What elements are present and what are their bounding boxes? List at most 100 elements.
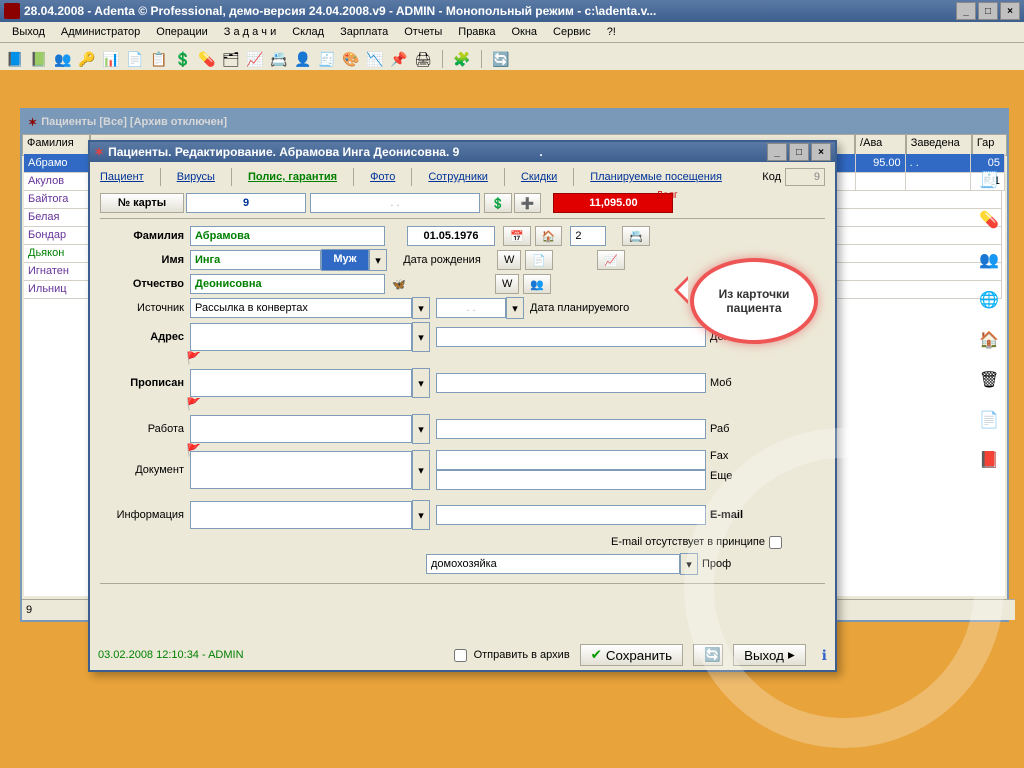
toolbar-icon-13[interactable]: 🧾 <box>316 48 338 70</box>
col-avail[interactable]: /Ава <box>855 134 906 156</box>
close-button[interactable]: × <box>1000 2 1020 20</box>
card-action-button[interactable]: 📇 <box>622 226 650 246</box>
side-icon-2[interactable]: 👥 <box>979 250 999 270</box>
word2-button[interactable]: W <box>495 274 519 294</box>
col-created[interactable]: Заведена <box>906 134 972 156</box>
menu-admin[interactable]: Администратор <box>53 24 148 40</box>
house-num-input[interactable] <box>570 226 606 246</box>
col-gar[interactable]: Гар <box>972 134 1007 156</box>
menu-edit[interactable]: Правка <box>450 24 503 40</box>
menu-service[interactable]: Сервис <box>545 24 599 40</box>
profession-dropdown-icon[interactable]: ▾ <box>680 553 698 575</box>
group-button[interactable]: 👥 <box>523 274 551 294</box>
tab-policy[interactable]: Полис, гарантия <box>248 171 337 183</box>
source-dropdown-icon[interactable]: ▾ <box>412 297 430 319</box>
tab-discounts[interactable]: Скидки <box>521 171 557 183</box>
menu-ops[interactable]: Операции <box>148 24 215 40</box>
toolbar-icon-16[interactable]: 📌 <box>388 48 410 70</box>
address-dropdown-icon[interactable]: ▾ <box>412 322 430 352</box>
date-action1-button[interactable]: 📅 <box>503 226 531 246</box>
add-payment-button[interactable]: ➕ <box>514 193 542 213</box>
menu-windows[interactable]: Окна <box>503 24 545 40</box>
menu-help[interactable]: ?! <box>599 24 624 40</box>
phone-home-input[interactable] <box>436 327 706 347</box>
date-action2-button[interactable]: 🏠 <box>535 226 563 246</box>
phone-work-input[interactable] <box>436 419 706 439</box>
work-dropdown-icon[interactable]: ▾ <box>412 414 430 444</box>
document-input[interactable] <box>190 451 412 489</box>
toolbar-icon-7[interactable]: 💲 <box>172 48 194 70</box>
edit-maximize-button[interactable]: □ <box>789 143 809 161</box>
tab-patient[interactable]: Пациент <box>100 171 144 183</box>
maximize-button[interactable]: □ <box>978 2 998 20</box>
toolbar-icon-8[interactable]: 💊 <box>196 48 218 70</box>
toolbar-icon-14[interactable]: 🎨 <box>340 48 362 70</box>
gender-select[interactable]: Муж <box>321 249 369 271</box>
phone-mobile-input[interactable] <box>436 373 706 393</box>
registered-input[interactable] <box>190 369 412 397</box>
email-input[interactable] <box>436 505 706 525</box>
name-input[interactable] <box>190 250 321 270</box>
col-surname[interactable]: Фамилия <box>22 134 90 156</box>
gender-dropdown-icon[interactable]: ▾ <box>369 249 387 271</box>
toolbar-icon-6[interactable]: 📋 <box>148 48 170 70</box>
email-missing-checkbox[interactable] <box>769 536 782 549</box>
toolbar-icon-2[interactable]: 👥 <box>52 48 74 70</box>
profession-select[interactable] <box>426 554 680 574</box>
toolbar-icon-4[interactable]: 📊 <box>100 48 122 70</box>
menu-reports[interactable]: Отчеты <box>396 24 450 40</box>
tab-viruses[interactable]: Вирусы <box>177 171 215 183</box>
document-dropdown-icon[interactable]: ▾ <box>412 450 430 490</box>
side-icon-7[interactable]: 📕 <box>979 450 999 470</box>
edit-minimize-button[interactable]: _ <box>767 143 787 161</box>
dob-input[interactable] <box>407 226 495 246</box>
toolbar-icon-1[interactable]: 📗 <box>28 48 50 70</box>
archive-checkbox-label[interactable]: Отправить в архив <box>450 646 570 665</box>
address-input[interactable] <box>190 323 412 351</box>
edit-close-button[interactable]: × <box>811 143 831 161</box>
patronymic-input[interactable] <box>190 274 385 294</box>
chart-button[interactable]: 📈 <box>597 250 625 270</box>
tab-staff[interactable]: Сотрудники <box>428 171 488 183</box>
phone-fax-input[interactable] <box>436 450 706 470</box>
toolbar-icon-0[interactable]: 📘 <box>4 48 26 70</box>
flag-icon[interactable]: 🚩 <box>186 351 200 365</box>
side-icon-0[interactable]: 🧾 <box>979 170 999 190</box>
toolbar-icon-17[interactable]: 🖨 <box>412 48 434 70</box>
side-icon-3[interactable]: 🌐 <box>979 290 999 310</box>
word-button[interactable]: W <box>497 250 521 270</box>
archive-checkbox[interactable] <box>454 649 467 662</box>
menu-tasks[interactable]: З а д а ч и <box>216 24 284 40</box>
card-number-button[interactable]: № карты <box>100 193 184 213</box>
side-icon-6[interactable]: 📄 <box>979 410 999 430</box>
registered-dropdown-icon[interactable]: ▾ <box>412 368 430 398</box>
side-icon-5[interactable]: 🗑 <box>979 370 999 390</box>
help-icon[interactable]: ℹ <box>822 647 827 664</box>
info-input[interactable] <box>190 501 412 529</box>
side-icon-1[interactable]: 💊 <box>979 210 999 230</box>
save-button[interactable]: ✔Сохранить <box>580 644 683 666</box>
doc-button[interactable]: 📄 <box>525 250 553 270</box>
menu-stock[interactable]: Склад <box>284 24 332 40</box>
source-select[interactable] <box>190 298 412 318</box>
toolbar-icon-11[interactable]: 📇 <box>268 48 290 70</box>
refresh-button[interactable]: 🔄 <box>693 644 723 666</box>
minimize-button[interactable]: _ <box>956 2 976 20</box>
phone-other-input[interactable] <box>436 470 706 490</box>
toolbar-icon-3[interactable]: 🔑 <box>76 48 98 70</box>
toolbar-icon-5[interactable]: 📄 <box>124 48 146 70</box>
toolbar-icon-10[interactable]: 📈 <box>244 48 266 70</box>
toolbar-icon-15[interactable]: 📉 <box>364 48 386 70</box>
side-icon-4[interactable]: 🏠 <box>979 330 999 350</box>
planned-dropdown-icon[interactable]: ▾ <box>506 297 524 319</box>
menu-salary[interactable]: Зарплата <box>332 24 396 40</box>
toolbar-icon-12[interactable]: 👤 <box>292 48 314 70</box>
tab-planned[interactable]: Планируемые посещения <box>590 171 722 183</box>
toolbar-icon-18[interactable]: 🧩 <box>451 48 473 70</box>
menu-exit[interactable]: Выход <box>4 24 53 40</box>
tab-photo[interactable]: Фото <box>370 171 395 183</box>
flag-icon[interactable]: 🚩 <box>186 397 200 411</box>
surname-input[interactable] <box>190 226 385 246</box>
money-button[interactable]: 💲 <box>484 193 512 213</box>
toolbar-icon-9[interactable]: 🗂 <box>220 48 242 70</box>
